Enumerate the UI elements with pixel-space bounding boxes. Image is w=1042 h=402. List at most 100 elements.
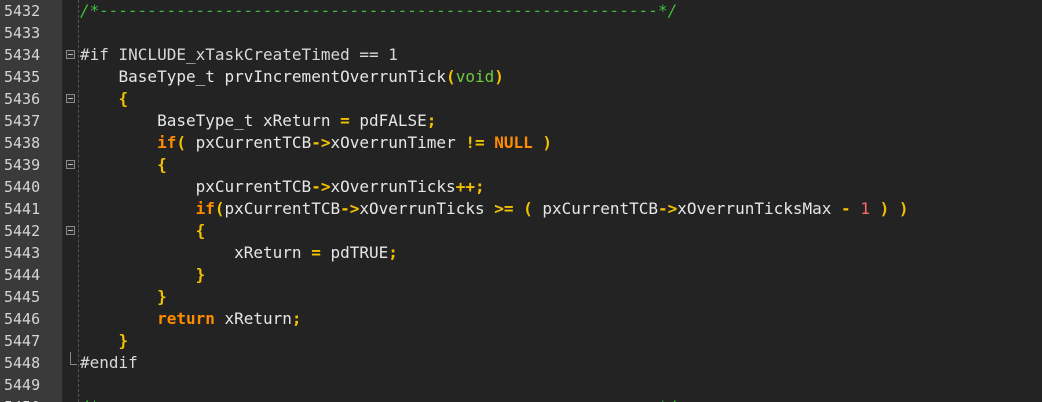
- code-token: ): [879, 199, 890, 218]
- code-token: ): [542, 133, 553, 152]
- code-line[interactable]: 5441 if(pxCurrentTCB->xOverrunTicks >= (…: [0, 198, 1042, 220]
- code-text[interactable]: {: [80, 220, 206, 242]
- code-text[interactable]: {: [80, 154, 167, 176]
- code-token: ;: [291, 309, 302, 328]
- code-token: ->: [311, 133, 331, 152]
- code-token: ): [494, 67, 504, 86]
- code-token: /*--------------------------------------…: [80, 1, 678, 20]
- fold-collapse-icon[interactable]: [65, 220, 77, 242]
- fold-collapse-icon[interactable]: [65, 88, 77, 110]
- line-number: 5447: [4, 332, 41, 350]
- code-line[interactable]: 5448 #endif: [0, 352, 1042, 374]
- code-token: xOverrunTicks: [330, 177, 456, 196]
- code-text[interactable]: #endif: [80, 352, 138, 374]
- code-token: BaseType_t xReturn: [157, 111, 341, 130]
- code-token: #endif: [80, 353, 138, 372]
- code-text[interactable]: if(pxCurrentTCB->xOverrunTicks >= ( pxCu…: [80, 198, 909, 220]
- code-token: }: [195, 265, 206, 284]
- code-line[interactable]: 5439 {: [0, 154, 1042, 176]
- line-number: 5437: [4, 112, 41, 130]
- code-text[interactable]: BaseType_t prvIncrementOverrunTick(void): [80, 66, 504, 88]
- code-token: /*--------------------------------------…: [80, 397, 677, 402]
- code-token: (: [523, 199, 533, 218]
- code-line[interactable]: 5443 xReturn = pdTRUE;: [0, 242, 1042, 264]
- code-token: ->: [340, 199, 360, 218]
- code-text[interactable]: return xReturn;: [80, 308, 302, 330]
- code-token: {: [195, 221, 206, 240]
- code-token: NULL: [494, 133, 533, 152]
- code-editor[interactable]: 5432 /*----------------------------------…: [0, 0, 1042, 402]
- code-line[interactable]: 5442 {: [0, 220, 1042, 242]
- line-number: 5435: [4, 68, 41, 86]
- code-token: xReturn: [234, 243, 312, 262]
- code-token: }: [157, 287, 167, 306]
- code-token: >=: [494, 199, 514, 218]
- line-number: 5436: [4, 90, 41, 108]
- code-text[interactable]: BaseType_t xReturn = pdFALSE;: [80, 110, 436, 132]
- code-line[interactable]: 5444 }: [0, 264, 1042, 286]
- code-token: xReturn: [214, 309, 292, 328]
- code-line[interactable]: 5450 /*----------------------------------…: [0, 396, 1042, 402]
- code-token: ): [898, 199, 909, 218]
- code-line[interactable]: 5433: [0, 22, 1042, 44]
- minus-box-icon: [66, 94, 75, 103]
- line-number: 5438: [4, 134, 41, 152]
- code-token: pxCurrentTCB: [532, 199, 658, 218]
- code-text[interactable]: if( pxCurrentTCB->xOverrunTimer != NULL …: [80, 132, 552, 154]
- line-number: 5439: [4, 156, 41, 174]
- code-text[interactable]: pxCurrentTCB->xOverrunTicks++;: [80, 176, 485, 198]
- code-token: 1: [378, 45, 398, 64]
- code-text[interactable]: {: [80, 88, 129, 110]
- code-line[interactable]: 5446 return xReturn;: [0, 308, 1042, 330]
- line-number: 5443: [4, 244, 41, 262]
- code-line[interactable]: 5447 }: [0, 330, 1042, 352]
- code-line[interactable]: 5449: [0, 374, 1042, 396]
- code-line[interactable]: 5432 /*----------------------------------…: [0, 0, 1042, 22]
- code-line[interactable]: 5445 }: [0, 286, 1042, 308]
- code-token: xOverrunTicksMax: [677, 199, 842, 218]
- code-text[interactable]: #if INCLUDE_xTaskCreateTimed == 1: [80, 44, 398, 66]
- line-number: 5449: [4, 376, 41, 394]
- fold-corner-icon: [70, 352, 77, 365]
- code-text[interactable]: }: [80, 286, 167, 308]
- code-text[interactable]: }: [80, 330, 129, 352]
- code-line[interactable]: 5437 BaseType_t xReturn = pdFALSE;: [0, 110, 1042, 132]
- code-token: pxCurrentTCB: [224, 199, 341, 218]
- line-number: 5448: [4, 354, 41, 372]
- code-token: -: [841, 199, 851, 218]
- code-text[interactable]: /*--------------------------------------…: [80, 396, 677, 402]
- fold-collapse-icon[interactable]: [65, 154, 77, 176]
- fold-collapse-icon[interactable]: [65, 44, 77, 66]
- code-token: xOverrunTicks: [359, 199, 495, 218]
- code-lines[interactable]: 5432 /*----------------------------------…: [0, 0, 1042, 402]
- code-line[interactable]: 5438 if( pxCurrentTCB->xOverrunTimer != …: [0, 132, 1042, 154]
- code-line[interactable]: 5436 {: [0, 88, 1042, 110]
- code-token: (: [446, 67, 456, 86]
- code-line[interactable]: 5435 BaseType_t prvIncrementOverrunTick(…: [0, 66, 1042, 88]
- code-text[interactable]: }: [80, 264, 206, 286]
- code-text[interactable]: xReturn = pdTRUE;: [80, 242, 398, 264]
- line-number: 5432: [4, 2, 41, 20]
- code-line[interactable]: 5440 pxCurrentTCB->xOverrunTicks++;: [0, 176, 1042, 198]
- code-text[interactable]: /*--------------------------------------…: [80, 0, 677, 22]
- code-line[interactable]: 5434 #if INCLUDE_xTaskCreateTimed == 1: [0, 44, 1042, 66]
- line-number: 5446: [4, 310, 41, 328]
- code-token: pxCurrentTCB: [185, 133, 312, 152]
- code-token: xOverrunTimer: [330, 133, 466, 152]
